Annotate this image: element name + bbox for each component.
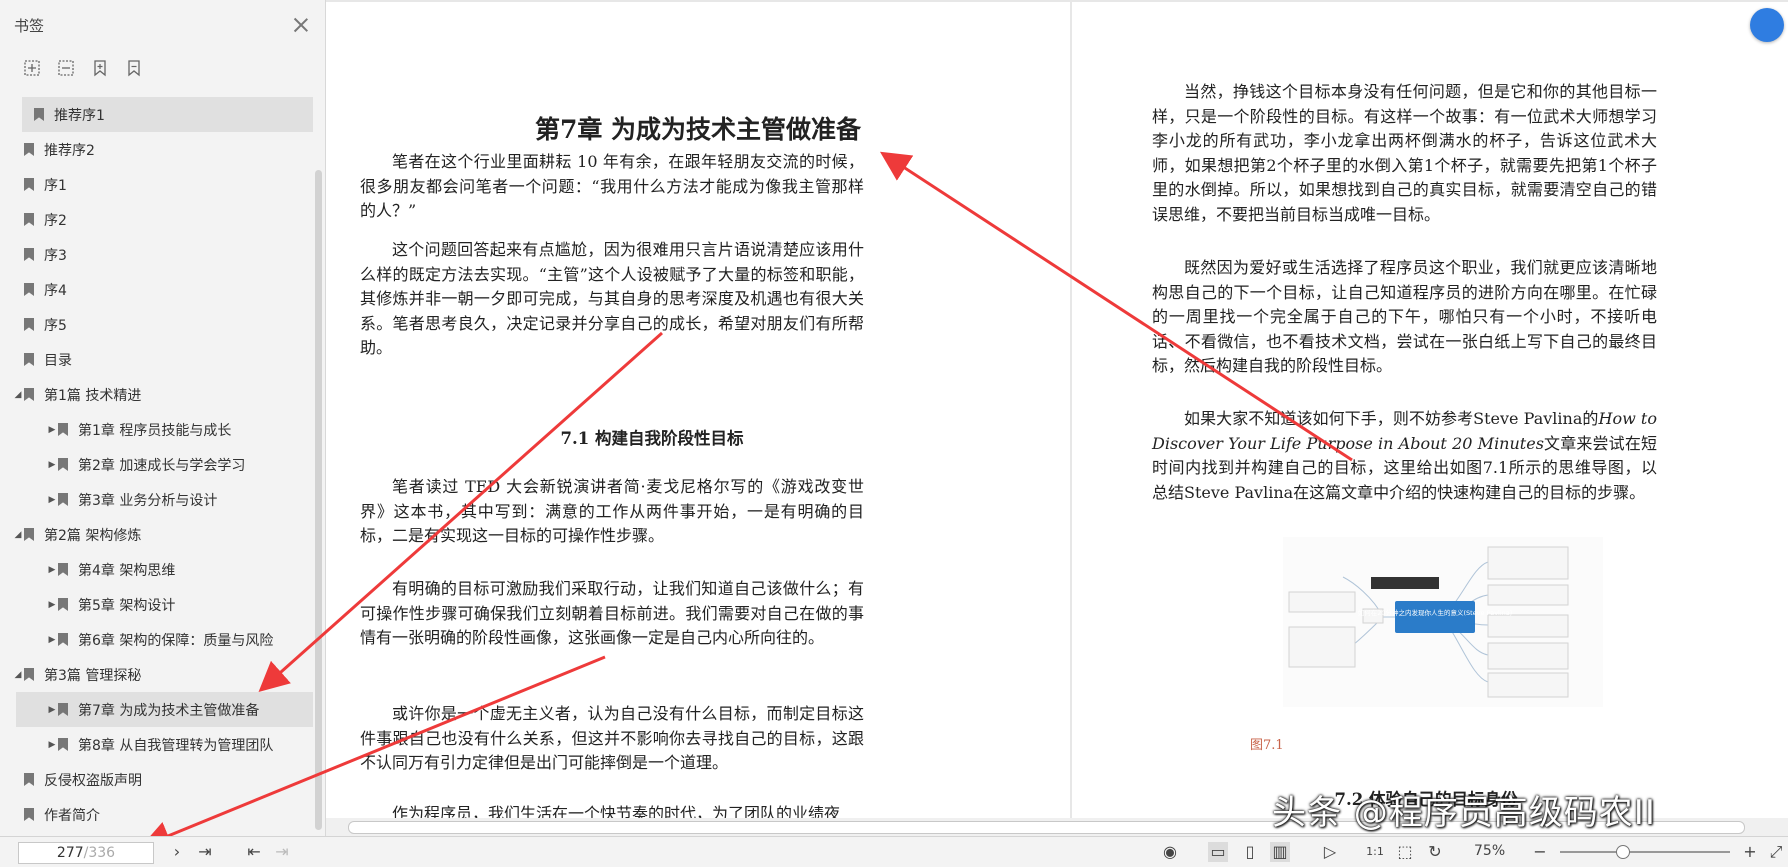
- play-icon[interactable]: ▷: [1320, 842, 1340, 862]
- fullscreen-icon[interactable]: ⤢: [1766, 842, 1786, 862]
- next-page-icon[interactable]: ›: [167, 842, 187, 862]
- two-page-icon[interactable]: ▥: [1270, 842, 1290, 862]
- zoom-out-icon[interactable]: −: [1530, 842, 1550, 862]
- forward-icon[interactable]: ⇥: [272, 842, 292, 862]
- annotation-arrows: [140, 151, 1353, 850]
- fit-page-icon[interactable]: ⬚: [1395, 842, 1415, 862]
- status-bar: 277/336 › ⇥ ⇤ ⇥ ◉ ▭ ▯ ▥ ▷ 1:1 ⬚ ↻ 75% − …: [0, 836, 1788, 867]
- page-number-input[interactable]: 277/336: [18, 842, 154, 864]
- back-icon[interactable]: ⇤: [244, 842, 264, 862]
- watermark: 头条 @程序员高级码农II: [1272, 793, 1656, 833]
- last-page-icon[interactable]: ⇥: [195, 842, 215, 862]
- zoom-slider-knob[interactable]: [1616, 845, 1630, 859]
- current-page: 277: [56, 845, 84, 861]
- arrow-to-page-number: [140, 655, 606, 850]
- zoom-in-icon[interactable]: +: [1740, 842, 1760, 862]
- rotate-icon[interactable]: ↻: [1425, 842, 1445, 862]
- arrow-to-chapter-title: [879, 151, 1353, 462]
- actual-size-icon[interactable]: 1:1: [1365, 842, 1385, 862]
- zoom-level[interactable]: 75%: [1474, 843, 1505, 859]
- eye-icon[interactable]: ◉: [1160, 842, 1180, 862]
- total-pages: /336: [83, 845, 116, 861]
- arrow-to-bookmark: [258, 331, 663, 692]
- document-icon[interactable]: ▯: [1240, 842, 1260, 862]
- zoom-slider[interactable]: [1560, 845, 1730, 859]
- assistant-icon[interactable]: [1750, 8, 1784, 42]
- single-page-icon[interactable]: ▭: [1208, 842, 1228, 862]
